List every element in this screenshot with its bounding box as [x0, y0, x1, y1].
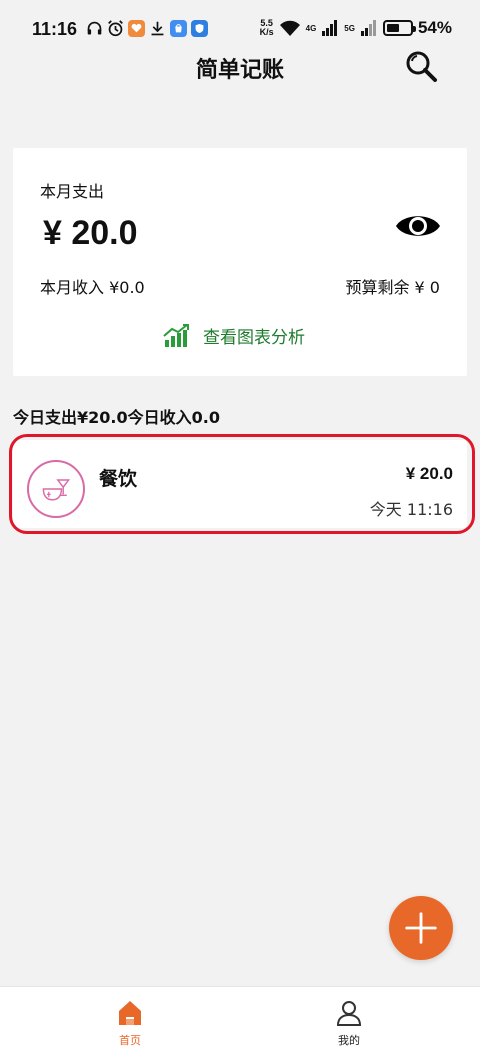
- battery-percent: 54%: [417, 18, 452, 37]
- view-chart-analysis-link[interactable]: 查看图表分析: [163, 323, 305, 348]
- chart-link-label: 查看图表分析: [203, 328, 305, 348]
- headphones-icon: [86, 20, 103, 37]
- bottom-nav: 首页 我的: [0, 986, 480, 1061]
- month-income: 本月收入 ¥0.0: [40, 278, 145, 297]
- search-icon: [406, 51, 437, 82]
- signal-icon: [321, 20, 339, 37]
- eye-icon: [396, 216, 440, 236]
- dining-icon: [42, 479, 71, 501]
- list-item[interactable]: 餐饮 ¥ 20.0 今天 11:16: [13, 440, 467, 528]
- record-time: 今天 11:16: [369, 500, 453, 519]
- nav-home-label: 首页: [119, 1034, 141, 1047]
- add-record-button[interactable]: [389, 896, 453, 960]
- chart-trend-icon: [163, 323, 189, 347]
- nav-home[interactable]: 首页: [70, 987, 190, 1061]
- search-button[interactable]: [404, 49, 438, 83]
- shield-app-icon: [191, 20, 208, 37]
- budget-remaining: 预算剩余 ¥ 0: [345, 278, 440, 297]
- user-icon: [336, 1001, 362, 1026]
- month-expense-label: 本月支出: [40, 182, 105, 201]
- nav-mine-label: 我的: [338, 1034, 360, 1047]
- plus-icon: [405, 912, 437, 944]
- store-icon: [170, 20, 187, 37]
- nav-mine[interactable]: 我的: [289, 987, 409, 1061]
- status-notification-icons: [86, 20, 208, 37]
- battery-icon: [382, 20, 416, 36]
- alarm-icon: [107, 20, 124, 37]
- month-expense-value: ¥ 20.0: [43, 214, 138, 252]
- net-speed: 5.5 K/s: [259, 18, 274, 37]
- record-amount: ¥ 20.0: [405, 464, 453, 483]
- download-icon: [149, 20, 166, 37]
- category-avatar: [27, 460, 85, 518]
- toggle-visibility-button[interactable]: [394, 210, 442, 242]
- status-system-icons: 5.5 K/s 4G 5G 54%: [259, 18, 452, 37]
- home-icon: [119, 1001, 141, 1025]
- monthly-summary-card: 本月支出 ¥ 20.0 本月收入 ¥0.0 预算剩余 ¥ 0 查看图表分析: [13, 148, 467, 376]
- signal-icon: [360, 20, 378, 37]
- wifi-icon: [279, 20, 301, 37]
- today-summary: 今日支出¥20.0今日收入0.0: [13, 408, 220, 427]
- app-badge-icon: [128, 20, 145, 37]
- status-time: 11:16: [32, 19, 78, 39]
- category-name: 餐饮: [99, 468, 138, 490]
- battery-fill: [386, 24, 399, 32]
